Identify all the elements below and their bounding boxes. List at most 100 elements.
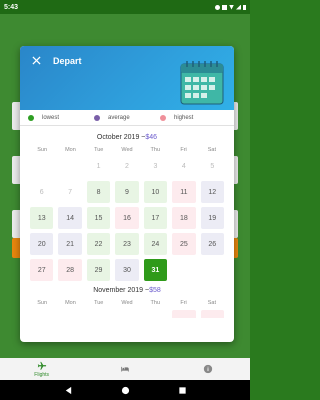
sim-status-icon — [222, 4, 227, 10]
dialog-header: Depart — [20, 46, 234, 110]
day-cell[interactable]: 17 — [143, 207, 168, 229]
status-bar: 5:43 — [0, 0, 250, 14]
legend-lowest: lowest — [28, 114, 94, 121]
info-icon — [203, 364, 213, 374]
recents-square-icon — [178, 386, 186, 394]
month-title-october: October 2019 ~$46 — [20, 134, 234, 144]
status-time: 5:43 — [4, 3, 19, 11]
weekday-label: Fri — [180, 300, 187, 306]
day-cell: 4 — [181, 162, 186, 170]
day-cell-empty — [58, 155, 81, 177]
day-cell[interactable]: 28 — [58, 259, 82, 281]
home-circle-icon — [121, 386, 129, 394]
system-navigation-bar — [0, 380, 250, 400]
weekday-label: Thu — [150, 300, 161, 306]
dialog-title: Depart — [53, 56, 82, 66]
wifi-icon — [229, 4, 234, 10]
day-cell[interactable]: 23 — [115, 233, 139, 255]
signal-icon — [236, 4, 241, 10]
recents-button[interactable] — [178, 386, 187, 395]
legend-label: average — [108, 114, 130, 121]
weekday-header: Sun Mon Tue Wed Thu Fri Sat — [20, 300, 234, 306]
bottom-navigation: Flights — [0, 358, 250, 380]
month-lowest-price: $58 — [149, 287, 161, 294]
legend-dot — [94, 114, 100, 121]
day-cell[interactable]: 26 — [200, 233, 224, 255]
day-cell[interactable]: 12 — [200, 181, 224, 203]
day-cell[interactable]: 15 — [86, 207, 111, 229]
back-button[interactable] — [64, 386, 73, 395]
day-cell[interactable]: 20 — [30, 233, 54, 255]
day-cell-partial — [144, 310, 167, 318]
day-cell[interactable]: 24 — [143, 233, 168, 255]
back-triangle-icon — [65, 386, 71, 394]
day-cell: 3 — [153, 162, 158, 170]
day-cell[interactable]: 19 — [200, 207, 224, 229]
day-cell[interactable]: 25 — [172, 233, 196, 255]
day-cell-partial[interactable] — [172, 310, 196, 318]
month-name: November 2019 — [93, 287, 144, 294]
nav-info[interactable] — [167, 358, 250, 380]
legend-highest: highest — [160, 114, 226, 121]
day-cell-partial — [30, 310, 53, 318]
hotel-bed-icon — [120, 364, 130, 374]
weekday-header: Sun Mon Tue Wed Thu Fri Sat — [20, 147, 234, 153]
day-cell[interactable]: 21 — [58, 233, 82, 255]
day-cell[interactable]: 27 — [30, 259, 54, 281]
weekday-label: Sat — [207, 147, 216, 153]
month-name: October 2019 — [96, 134, 140, 141]
day-cell[interactable]: 14 — [58, 207, 82, 229]
weekday-label: Mon — [65, 147, 76, 153]
day-cell-partial — [87, 310, 110, 318]
legend-dot — [160, 114, 166, 121]
nav-hotels[interactable] — [83, 358, 166, 380]
close-button[interactable] — [30, 54, 42, 66]
battery-icon — [243, 4, 246, 10]
day-cell[interactable]: 29 — [86, 259, 111, 281]
day-cell: 1 — [96, 162, 101, 170]
day-cell-selected[interactable]: 31 — [143, 259, 168, 281]
day-cell-partial[interactable] — [200, 310, 224, 318]
legend-dot — [28, 114, 34, 121]
weekday-label: Mon — [65, 300, 76, 306]
day-cell[interactable]: 11 — [172, 181, 196, 203]
legend-label: lowest — [42, 114, 60, 121]
day-cell[interactable]: 10 — [143, 181, 168, 203]
weekday-label: Thu — [150, 147, 161, 153]
weekday-label: Fri — [180, 147, 187, 153]
month-lowest-price: $46 — [145, 134, 158, 141]
weekday-label: Tue — [94, 300, 104, 306]
weekday-label: Tue — [94, 147, 104, 153]
weekday-label: Sun — [37, 147, 48, 153]
day-cell[interactable]: 13 — [30, 207, 54, 229]
day-cell[interactable]: 30 — [115, 259, 139, 281]
day-cell[interactable]: 9 — [115, 181, 139, 203]
status-icons — [215, 4, 246, 10]
day-cell: 2 — [125, 162, 129, 170]
day-cell-empty — [201, 259, 224, 281]
day-cell[interactable]: 18 — [172, 207, 196, 229]
nav-label: Flights — [34, 371, 50, 378]
home-button[interactable] — [121, 386, 130, 395]
nav-flights[interactable]: Flights — [0, 358, 83, 380]
weekday-label: Sat — [207, 300, 216, 306]
date-picker-dialog: Depart lowest average highest October 20… — [20, 46, 234, 342]
day-cell[interactable]: 22 — [86, 233, 111, 255]
legend-average: average — [94, 114, 160, 121]
weekday-label: Wed — [121, 147, 133, 153]
price-legend: lowest average highest — [20, 110, 234, 126]
month-title-november: November 2019 ~$58 — [20, 287, 234, 297]
weekday-label: Wed — [121, 300, 133, 306]
legend-label: highest — [174, 114, 194, 121]
october-day-grid: 1 2 3 4 5 6 7 8 9 10 11 12 13 14 15 16 17 18 19 20 21 22 23 24 2… — [20, 153, 234, 281]
day-cell[interactable]: 8 — [86, 181, 111, 203]
airplane-icon — [37, 361, 47, 371]
day-cell-empty — [30, 155, 53, 177]
settings-status-icon — [215, 4, 220, 10]
day-cell-partial — [58, 310, 81, 318]
close-icon — [31, 55, 41, 65]
day-cell-partial — [115, 310, 138, 318]
weekday-label: Sun — [37, 300, 48, 306]
day-cell[interactable]: 16 — [115, 207, 139, 229]
calendar-illustration-icon — [180, 61, 224, 105]
